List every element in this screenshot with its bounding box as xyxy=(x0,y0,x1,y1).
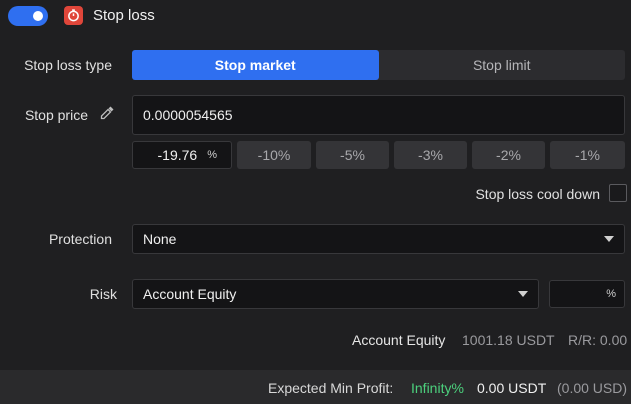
expected-profit-usd: (0.00 USD) xyxy=(557,380,628,396)
toggle-knob xyxy=(33,11,43,21)
risk-select[interactable]: Account Equity xyxy=(132,279,539,309)
risk-reward-ratio: R/R: 0.00 xyxy=(568,332,628,348)
cooldown-checkbox[interactable] xyxy=(609,184,627,202)
percent-unit: % xyxy=(606,288,616,300)
expected-profit-percent: Infinity% xyxy=(411,380,464,396)
stop-timer-icon xyxy=(64,6,83,25)
stop-loss-type-label: Stop loss type xyxy=(24,57,112,73)
stop-price-input[interactable]: 0.0000054565 xyxy=(132,95,625,135)
cooldown-label: Stop loss cool down xyxy=(475,186,600,202)
equity-label: Account Equity xyxy=(352,332,446,348)
expected-profit-label: Expected Min Profit: xyxy=(268,380,394,396)
expected-profit-usdt: 0.00 USDT xyxy=(477,380,547,396)
percent-unit: % xyxy=(207,149,217,161)
stop-limit-button[interactable]: Stop limit xyxy=(379,50,626,80)
percent-chip-2[interactable]: -2% xyxy=(472,141,545,169)
percent-chip-10[interactable]: -10% xyxy=(237,141,311,169)
stop-loss-type-selector: Stop market Stop limit xyxy=(132,50,625,80)
stop-percent-input[interactable]: -19.76 % xyxy=(132,141,232,169)
protection-select[interactable]: None xyxy=(132,224,625,254)
risk-percent-input[interactable]: % xyxy=(549,280,625,308)
risk-label: Risk xyxy=(89,286,117,302)
eyedropper-icon[interactable] xyxy=(99,105,117,123)
caret-down-icon xyxy=(604,236,614,242)
caret-down-icon xyxy=(518,291,528,297)
risk-value: Account Equity xyxy=(143,286,237,302)
stop-price-label: Stop price xyxy=(24,107,88,123)
stop-market-button[interactable]: Stop market xyxy=(132,50,379,80)
section-title: Stop loss xyxy=(93,7,155,24)
percent-chip-1[interactable]: -1% xyxy=(550,141,625,169)
percent-chip-3[interactable]: -3% xyxy=(394,141,467,169)
protection-value: None xyxy=(143,231,177,247)
percent-chip-5[interactable]: -5% xyxy=(316,141,389,169)
protection-label: Protection xyxy=(48,231,112,247)
stop-loss-toggle[interactable] xyxy=(8,6,48,26)
equity-value: 1001.18 USDT xyxy=(462,332,555,348)
stop-percent-value: -19.76 xyxy=(157,147,198,163)
